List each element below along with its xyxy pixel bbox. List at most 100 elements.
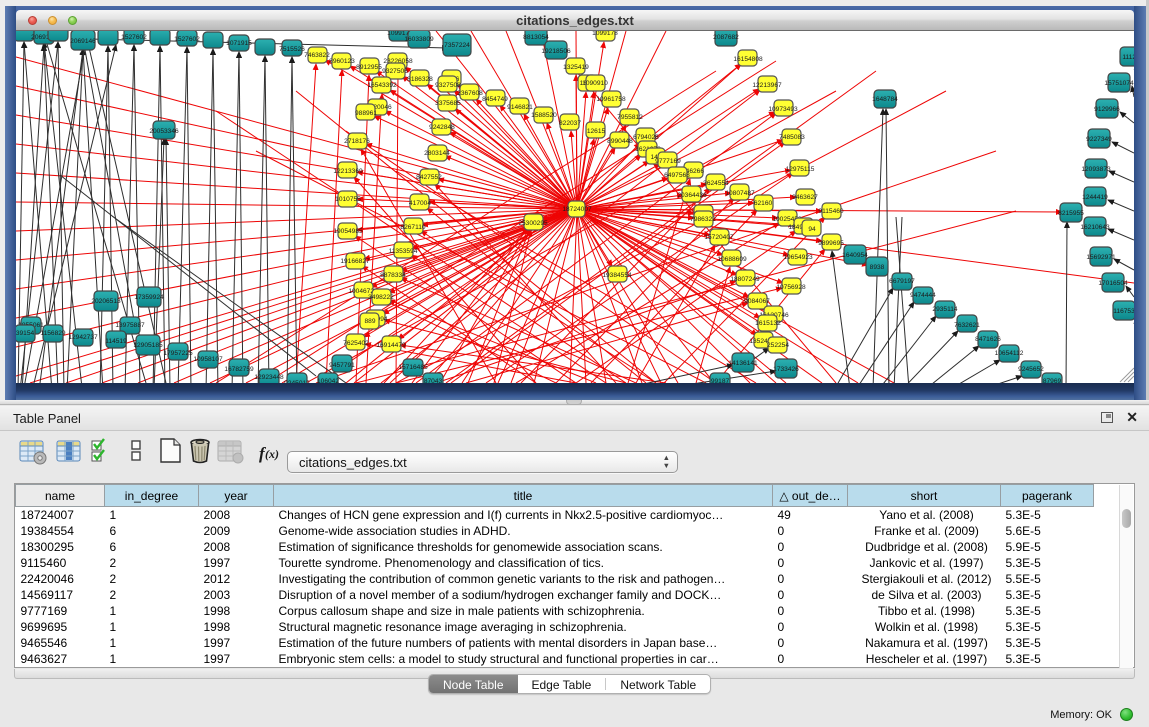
svg-text:19384554: 19384554: [602, 272, 632, 279]
svg-text:12923448: 12923448: [254, 374, 284, 381]
svg-text:10973493: 10973493: [768, 106, 798, 113]
svg-text:2367608: 2367608: [457, 90, 483, 97]
svg-text:13975887: 13975887: [115, 322, 145, 329]
svg-text:18807249: 18807249: [730, 276, 760, 283]
svg-text:988961: 988961: [355, 110, 377, 117]
svg-text:16543392: 16543392: [367, 82, 397, 89]
svg-text:9245652: 9245652: [1018, 366, 1044, 373]
svg-text:8454749: 8454749: [482, 96, 508, 103]
svg-text:1325419: 1325419: [563, 64, 589, 71]
svg-text:20364436: 20364436: [677, 192, 707, 199]
svg-text:16033809: 16033809: [404, 36, 434, 43]
svg-text:7986322: 7986322: [690, 216, 716, 223]
svg-text:12093873: 12093873: [1081, 166, 1111, 173]
svg-text:15692971: 15692971: [1086, 254, 1116, 261]
svg-text:1099178: 1099178: [592, 31, 618, 37]
svg-text:12615: 12615: [587, 128, 606, 135]
svg-text:19654923: 19654923: [783, 254, 813, 261]
svg-text:1648784: 1648784: [872, 96, 898, 103]
svg-text:19218506: 19218506: [541, 48, 571, 55]
svg-text:14136141: 14136141: [728, 360, 758, 367]
svg-text:15716485: 15716485: [398, 364, 428, 371]
svg-text:3375685: 3375685: [435, 100, 461, 107]
svg-text:8912955: 8912955: [356, 64, 382, 71]
svg-text:8267110: 8267110: [400, 224, 426, 231]
svg-text:17957225: 17957225: [163, 350, 193, 357]
svg-text:114519: 114519: [105, 338, 127, 345]
svg-text:25300295: 25300295: [518, 220, 548, 227]
svg-text:10654112: 10654112: [995, 350, 1024, 357]
svg-text:7485083: 7485083: [779, 134, 805, 141]
svg-text:9463627: 9463627: [792, 194, 818, 201]
svg-text:116753: 116753: [1113, 308, 1134, 315]
svg-text:8938: 8938: [870, 264, 885, 271]
svg-text:12905185: 12905185: [133, 342, 163, 349]
svg-text:7955812: 7955812: [617, 114, 643, 121]
svg-text:7515526: 7515526: [279, 46, 305, 53]
svg-text:3498222: 3498222: [368, 294, 394, 301]
svg-text:94: 94: [808, 226, 816, 233]
svg-text:8471626: 8471626: [975, 336, 1001, 343]
svg-text:7357224: 7357224: [444, 42, 470, 49]
svg-text:9227349: 9227349: [1086, 136, 1112, 143]
svg-text:889: 889: [364, 318, 375, 325]
svg-text:3624554: 3624554: [703, 180, 729, 187]
svg-text:87043: 87043: [424, 378, 443, 383]
svg-text:1615132: 1615132: [755, 320, 781, 327]
svg-text:10756928: 10756928: [776, 284, 806, 291]
svg-text:1527602: 1527602: [121, 34, 147, 41]
svg-text:9245012: 9245012: [284, 380, 310, 383]
svg-text:2087682: 2087682: [713, 34, 739, 41]
svg-text:6497568: 6497568: [664, 172, 690, 179]
svg-text:9899695: 9899695: [818, 240, 844, 247]
svg-text:10961758: 10961758: [596, 96, 626, 103]
svg-text:2718176: 2718176: [344, 138, 370, 145]
svg-text:1588520: 1588520: [531, 112, 557, 119]
svg-text:16782759: 16782759: [224, 366, 254, 373]
svg-text:9115460: 9115460: [818, 208, 844, 215]
svg-text:9084067: 9084067: [744, 298, 770, 305]
svg-text:9129966: 9129966: [1094, 106, 1120, 113]
svg-text:11353594: 11353594: [389, 248, 418, 255]
svg-text:1090910: 1090910: [582, 80, 608, 87]
svg-text:1010755: 1010755: [335, 196, 361, 203]
svg-text:9327508: 9327508: [435, 82, 461, 89]
svg-text:2935114: 2935114: [932, 306, 958, 313]
svg-text:15720407: 15720407: [704, 234, 734, 241]
svg-text:15751074: 15751074: [1104, 80, 1134, 87]
svg-text:10807487: 10807487: [725, 190, 755, 197]
svg-text:87969: 87969: [1043, 378, 1062, 383]
svg-text:10958107: 10958107: [193, 356, 223, 363]
svg-text:8813054: 8813054: [523, 34, 549, 41]
svg-text:1527602: 1527602: [174, 36, 200, 43]
svg-text:252254: 252254: [767, 342, 789, 349]
svg-text:62160: 62160: [754, 200, 773, 207]
svg-text:2803144: 2803144: [424, 150, 450, 157]
svg-text:822037: 822037: [559, 120, 581, 127]
svg-text:19054985: 19054985: [333, 228, 363, 235]
svg-text:9474444: 9474444: [910, 292, 936, 299]
svg-text:9146821: 9146821: [507, 104, 533, 111]
svg-text:7632621: 7632621: [954, 322, 980, 329]
svg-text:1640954: 1640954: [842, 252, 868, 259]
svg-text:16210643: 16210643: [1080, 224, 1110, 231]
svg-text:8960123: 8960123: [329, 58, 355, 65]
svg-text:9327506: 9327506: [382, 68, 408, 75]
svg-text:6679197: 6679197: [889, 278, 915, 285]
svg-text:(x): (x): [265, 447, 279, 461]
svg-text:7463822: 7463822: [304, 52, 330, 59]
svg-text:2069146: 2069146: [70, 38, 96, 45]
svg-text:8878334: 8878334: [380, 272, 406, 279]
svg-text:99187: 99187: [711, 378, 730, 383]
svg-text:9777169: 9777169: [655, 158, 681, 165]
svg-text:12213967: 12213967: [752, 82, 782, 89]
svg-text:39154: 39154: [16, 330, 34, 337]
svg-text:12975115: 12975115: [786, 166, 815, 173]
svg-text:16914479: 16914479: [376, 342, 406, 349]
svg-text:1071915: 1071915: [226, 40, 252, 47]
svg-text:9457791: 9457791: [329, 362, 355, 369]
svg-text:11124: 11124: [1122, 54, 1134, 61]
svg-text:19166827: 19166827: [340, 258, 370, 265]
svg-text:8427552: 8427552: [416, 174, 442, 181]
svg-text:20206513: 20206513: [91, 298, 121, 305]
